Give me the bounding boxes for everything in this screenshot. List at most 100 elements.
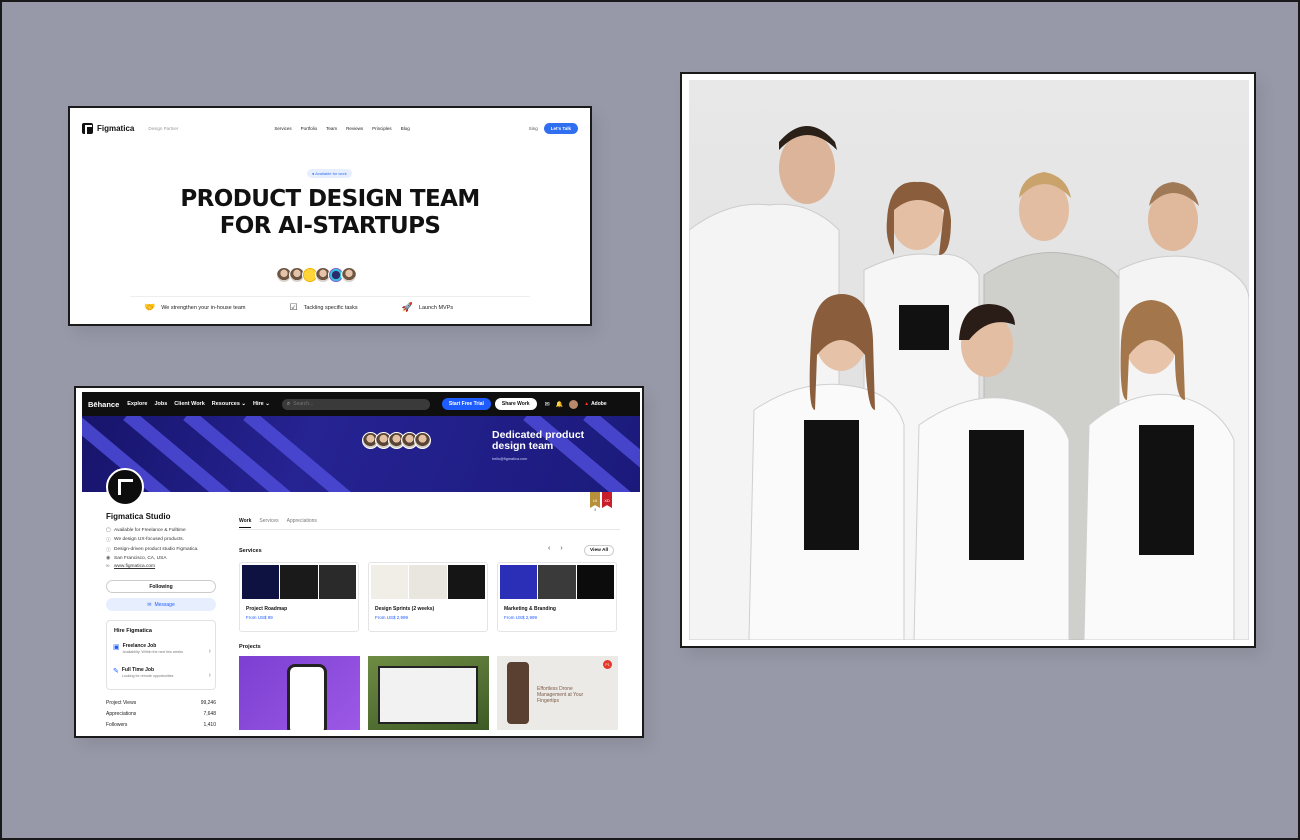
avatar: [414, 432, 431, 449]
profile-banner: Dedicated product design team hello@figm…: [82, 416, 640, 492]
nav-explore[interactable]: Explore: [127, 401, 147, 407]
handshake-icon: 🤝: [144, 302, 156, 312]
nav-resources[interactable]: Resources ⌄: [212, 401, 246, 407]
share-work-button[interactable]: Share Work: [494, 398, 537, 410]
mail-icon: ✉: [147, 601, 152, 608]
chevron-left-icon[interactable]: ‹: [548, 545, 550, 552]
figmatica-logo[interactable]: Figmatica: [82, 122, 134, 134]
hire-fulltime-option[interactable]: ✎ Full Time Job Looking for remote oppor…: [113, 667, 211, 687]
feature-item: ☑ Tackling specific tasks: [289, 302, 358, 312]
hero-headline: PRODUCT DESIGN TEAM FOR AI-STARTUPS: [180, 186, 480, 239]
profile-tabs: Work Services Appreciations: [239, 518, 317, 528]
team-photo: [689, 80, 1249, 640]
checklist-icon: ☑: [289, 302, 298, 312]
service-card[interactable]: Project Roadmap From US$ 99: [239, 562, 359, 632]
chevron-right-icon: ›: [208, 648, 211, 655]
feature-list: 🤝 We strengthen your in-house team ☑ Tac…: [144, 302, 453, 313]
nav-link-principles[interactable]: Principles: [372, 126, 392, 131]
nav-link-reviews[interactable]: Reviews: [346, 126, 363, 131]
following-button[interactable]: Following: [106, 580, 216, 593]
nav-link-team[interactable]: Team: [326, 126, 337, 131]
project-badge: P1: [603, 660, 612, 669]
tab-services[interactable]: Services: [259, 518, 278, 528]
chevron-right-icon: ›: [208, 672, 211, 679]
service-thumbnail: [498, 563, 616, 601]
view-all-button[interactable]: View All: [584, 545, 615, 556]
figmatica-site-screenshot: Figmatica Design Partner Services Portfo…: [68, 106, 592, 326]
search-bar[interactable]: ⌕: [281, 398, 430, 410]
sign-in-link[interactable]: Sing: [529, 126, 538, 131]
tab-appreciations[interactable]: Appreciations: [287, 518, 317, 528]
phone-mockup: [507, 662, 529, 724]
search-icon: ⌕: [286, 400, 291, 407]
figmatica-tagline: Design Partner: [148, 125, 179, 131]
project-caption: Effortless Drone Management at Your Fing…: [537, 686, 584, 704]
feature-item: 🚀 Launch MVPs: [401, 302, 454, 312]
hire-panel: Hire Figmatica ▣ Freelance Job Availabil…: [106, 620, 216, 690]
adobe-link[interactable]: ▲ Adobe: [584, 401, 607, 407]
banner-email: hello@figmatica.com: [492, 457, 528, 461]
figmatica-navbar: Figmatica Design Partner Services Portfo…: [82, 121, 578, 135]
avatar: [341, 267, 357, 283]
available-badge: ● Available for work: [307, 169, 352, 178]
location-pin-icon: ◉: [106, 556, 111, 561]
chevron-right-icon[interactable]: ›: [560, 545, 562, 552]
studio-logo: [106, 468, 144, 506]
website-link[interactable]: www.figmatica.com: [114, 564, 155, 569]
behance-navbar: Bēhance Explore Jobs Client Work Resourc…: [82, 392, 640, 416]
service-thumbnail: [240, 563, 358, 601]
nav-client-work[interactable]: Client Work: [174, 401, 204, 407]
carousel-arrows: ‹ ›: [548, 545, 563, 552]
info-description: ⓘ We design UX-focused products.: [106, 537, 185, 543]
feature-item: 🤝 We strengthen your in-house team: [144, 302, 246, 312]
team-group-illustration: [689, 126, 1249, 640]
mail-icon[interactable]: ✉: [545, 401, 550, 408]
link-icon: ∞: [106, 564, 110, 569]
award-xd: XD: [602, 492, 612, 508]
hire-title: Hire Figmatica: [114, 628, 152, 634]
briefcase-icon: ▢: [106, 528, 111, 533]
profile-stats: Project Views 99,246 Appreciations 7,648 F…: [106, 700, 216, 728]
tab-work[interactable]: Work: [239, 518, 252, 528]
team-photo-card: [680, 72, 1256, 648]
nav-link-portfolio[interactable]: Portfolio: [301, 126, 318, 131]
banner-stripe: [523, 416, 640, 492]
user-avatar[interactable]: [569, 399, 579, 409]
info-studio: ⓘ Design-driven product studio Figmatica.: [106, 547, 199, 553]
rocket-icon: 🚀: [401, 302, 413, 312]
search-input[interactable]: [293, 401, 414, 407]
info-website: ∞ www.figmatica.com: [106, 564, 199, 569]
hire-freelance-option[interactable]: ▣ Freelance Job Availability: Within the…: [113, 643, 211, 663]
behance-logo[interactable]: Bēhance: [88, 400, 119, 409]
nav-link-blog[interactable]: Blog: [401, 126, 410, 131]
lets-talk-button[interactable]: Let's Talk: [543, 122, 578, 134]
profile-info: ▢ Available for Freelance & Fulltime ⓘ We …: [106, 528, 199, 569]
award-ui: UI 3: [590, 492, 600, 512]
bell-icon[interactable]: 🔔: [556, 401, 563, 408]
project-card[interactable]: [239, 656, 360, 730]
tab-divider: [239, 529, 620, 530]
services-heading: Services: [239, 548, 262, 554]
info-availability: ▢ Available for Freelance & Fulltime: [106, 528, 186, 533]
adobe-icon: ▲: [584, 401, 590, 407]
figmatica-logo-icon: [82, 122, 93, 134]
stat-row: Appreciations 7,648: [106, 711, 216, 717]
divider: [130, 296, 530, 297]
banner-team-avatars: [362, 432, 431, 449]
document-icon: ✎: [113, 668, 119, 675]
nav-hire[interactable]: Hire ⌄: [253, 401, 270, 407]
start-free-trial-button[interactable]: Start Free Trial: [441, 398, 491, 410]
service-card[interactable]: Marketing & Branding From US$ 2,999: [497, 562, 617, 632]
service-card[interactable]: Design Sprints (2 weeks) From US$ 2,999: [368, 562, 488, 632]
award-badges: UI 3 XD: [590, 492, 612, 512]
banner-title: Dedicated product design team: [492, 429, 585, 452]
project-card[interactable]: Effortless Drone Management at Your Fing…: [497, 656, 618, 730]
nav-link-services[interactable]: Services: [274, 126, 291, 131]
monitor-mockup: [378, 666, 478, 724]
message-button[interactable]: ✉ Message: [106, 598, 216, 611]
project-card[interactable]: [368, 656, 489, 730]
team-avatars: [276, 267, 357, 283]
info-icon: ⓘ: [106, 548, 111, 553]
nav-jobs[interactable]: Jobs: [154, 401, 167, 407]
stat-row: Project Views 99,246: [106, 700, 216, 706]
